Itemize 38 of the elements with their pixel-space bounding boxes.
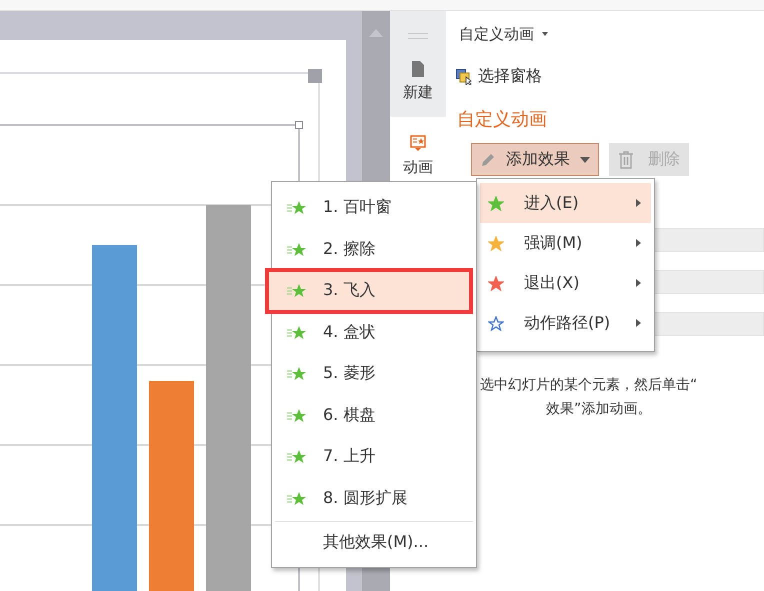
submenu-arrow-icon bbox=[636, 199, 641, 207]
star-icon bbox=[287, 408, 307, 423]
menu-item[interactable]: 3. 飞入 bbox=[267, 270, 471, 312]
menu-item[interactable]: 7. 上升 bbox=[273, 436, 475, 478]
menu-item[interactable]: 6. 棋盘 bbox=[273, 394, 475, 436]
menu-item[interactable]: 退出(X) bbox=[480, 263, 651, 303]
menu-item[interactable]: 强调(M) bbox=[480, 223, 651, 263]
menu-item[interactable]: 动作路径(P) bbox=[480, 303, 651, 343]
pane-title: 自定义动画 bbox=[456, 108, 548, 131]
pencil-icon bbox=[480, 152, 496, 168]
caret-icon bbox=[542, 32, 548, 36]
selection-icon bbox=[456, 68, 472, 84]
star-icon bbox=[287, 283, 307, 298]
menu-item[interactable]: 4. 盒状 bbox=[273, 312, 475, 353]
star-icon bbox=[287, 242, 307, 257]
submenu-arrow-icon bbox=[636, 319, 641, 327]
menu-item[interactable]: 进入(E) bbox=[480, 183, 651, 223]
star-icon bbox=[287, 366, 307, 382]
menu-item[interactable]: 8. 圆形扩展 bbox=[273, 478, 475, 519]
menu-item[interactable]: 其他效果(M)... bbox=[273, 522, 475, 562]
submenu-arrow-icon bbox=[636, 279, 641, 287]
caret-icon bbox=[580, 156, 590, 162]
star-icon bbox=[287, 490, 307, 506]
menu-item[interactable]: 5. 菱形 bbox=[273, 353, 475, 394]
star-icon bbox=[287, 449, 307, 464]
add-effect-button[interactable]: 添加效果 bbox=[471, 143, 599, 176]
document-icon bbox=[412, 61, 424, 77]
pane-dropdown[interactable]: 自定义动画 bbox=[456, 23, 764, 45]
menu-item[interactable]: 2. 擦除 bbox=[273, 228, 475, 270]
trash-icon bbox=[618, 150, 634, 168]
hint-text: 选中幻灯片的某个元素，然后单击“ bbox=[480, 376, 698, 395]
star-icon bbox=[287, 200, 307, 216]
selection-pane-link[interactable]: 选择窗格 bbox=[456, 66, 764, 87]
submenu-arrow-icon bbox=[636, 239, 641, 247]
slide-star-icon bbox=[410, 135, 426, 152]
scroll-up-icon[interactable] bbox=[369, 29, 383, 37]
hint-text: 效果”添加动画。 bbox=[546, 400, 652, 419]
star-icon bbox=[287, 324, 307, 340]
